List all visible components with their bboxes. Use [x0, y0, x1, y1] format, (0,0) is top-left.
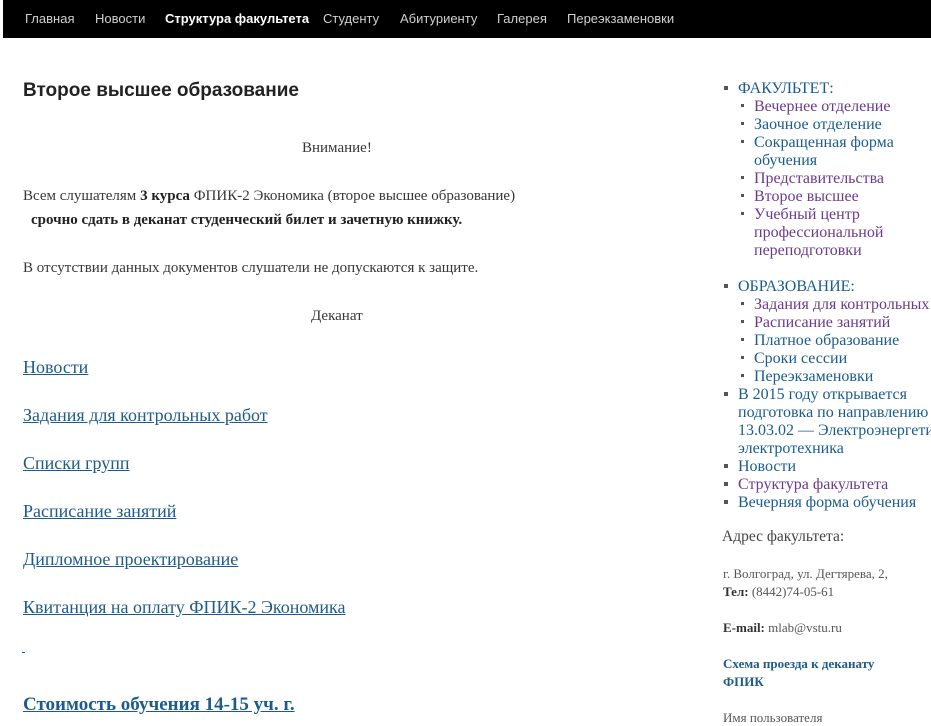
sidebar-item-short-form[interactable]: Сокращенная форма	[754, 134, 894, 152]
sidebar-item-training-center[interactable]: Учебный центр	[754, 206, 860, 224]
phone-line: Тел: (8442)74-05-61	[723, 584, 835, 599]
sidebar-item-paid-education[interactable]: Платное образование	[754, 332, 899, 350]
link-schedule[interactable]: Расписание занятий	[23, 501, 176, 522]
sidebar-news[interactable]: Новости	[738, 458, 796, 476]
bullet	[741, 320, 744, 323]
map-link-line-2[interactable]: ФПИК	[723, 674, 764, 690]
sidebar-faculty-structure[interactable]: Структура факультета	[738, 476, 888, 494]
bullet	[724, 284, 728, 288]
bullet	[741, 140, 744, 143]
link-control-tasks[interactable]: Задания для контрольных работ	[23, 405, 268, 426]
nav-faculty-structure[interactable]: Структура факультета	[165, 11, 309, 26]
link-group-lists[interactable]: Списки групп	[23, 453, 130, 474]
link-diploma[interactable]: Дипломное проектирование	[23, 549, 238, 570]
sidebar-item-training-center-2[interactable]: профессиональной	[754, 224, 883, 242]
announcement-line-3: В отсутствии данных документов слушатели…	[23, 260, 479, 276]
sidebar-news-2015-line-3[interactable]: 13.03.02 — Электроэнергетика и	[738, 422, 931, 440]
bullet	[741, 374, 744, 377]
address-text: г. Волгоград, ул. Дегтярева, 2,	[723, 566, 888, 581]
link-news[interactable]: Новости	[23, 357, 88, 378]
nav-applicant[interactable]: Абитуриенту	[400, 11, 477, 26]
bullet	[724, 86, 728, 90]
announcement-line-1: Всем слушателям 3 курса ФПИК-2 Экономика…	[23, 188, 516, 204]
bullet	[741, 176, 744, 179]
email-line: E-mail: mlab@vstu.ru	[723, 620, 842, 635]
sidebar-item-schedule[interactable]: Расписание занятий	[754, 314, 890, 332]
bullet	[741, 194, 744, 197]
sidebar-news-2015-line-2[interactable]: подготовка по направлению	[738, 404, 928, 422]
address-heading: Адрес факультета:	[722, 528, 845, 545]
sidebar-evening-form[interactable]: Вечерняя форма обучения	[738, 494, 916, 512]
sidebar-item-training-center-3[interactable]: переподготовки	[754, 242, 862, 260]
nav-news[interactable]: Новости	[95, 11, 145, 26]
sidebar-item-short-form-cont[interactable]: обучения	[754, 152, 817, 170]
main-navigation: Главная Новости Структура факультета Сту…	[3, 0, 931, 38]
nav-reexams[interactable]: Переэкзаменовки	[567, 11, 674, 26]
sidebar-item-control-tasks[interactable]: Задания для контрольных	[754, 296, 929, 314]
attention-text: Внимание!	[302, 140, 372, 156]
bullet	[741, 338, 744, 341]
sidebar-news-2015-line-4[interactable]: электротехника	[738, 440, 844, 458]
map-link-line-1[interactable]: Схема проезда к деканату	[723, 656, 874, 672]
announcement-line-2: срочно сдать в деканат студенческий биле…	[31, 212, 463, 228]
bullet	[741, 104, 744, 107]
small-link-mark[interactable]	[22, 652, 25, 653]
sidebar-faculty-header[interactable]: ФАКУЛЬТЕТ:	[738, 80, 834, 98]
nav-student[interactable]: Студенту	[323, 11, 379, 26]
bullet	[741, 122, 744, 125]
sidebar-item-session-dates[interactable]: Сроки сессии	[754, 350, 847, 368]
sidebar-item-reexams[interactable]: Переэкзаменовки	[754, 368, 873, 386]
bullet	[741, 356, 744, 359]
nav-home[interactable]: Главная	[25, 11, 74, 26]
sidebar-item-evening[interactable]: Вечернее отделение	[754, 98, 890, 116]
bullet	[724, 500, 728, 504]
signature-dean-office: Деканат	[311, 308, 363, 324]
bullet	[724, 392, 728, 396]
username-label: Имя пользователя	[723, 710, 823, 725]
bullet	[724, 464, 728, 468]
sidebar-item-representations[interactable]: Представительства	[754, 170, 884, 188]
bullet	[741, 302, 744, 305]
sidebar-news-2015-line-1[interactable]: В 2015 году открывается	[738, 386, 907, 404]
bullet	[741, 212, 744, 215]
nav-gallery[interactable]: Галерея	[497, 11, 547, 26]
sidebar-education-header[interactable]: ОБРАЗОВАНИЕ:	[738, 278, 855, 296]
sidebar-item-second-higher[interactable]: Второе высшее	[754, 188, 859, 206]
top-bar: Главная Новости Структура факультета Сту…	[0, 0, 931, 38]
sidebar-item-correspondence[interactable]: Заочное отделение	[754, 116, 882, 134]
bullet	[724, 482, 728, 486]
link-receipt[interactable]: Квитанция на оплату ФПИК-2 Экономика	[23, 597, 346, 618]
page-title: Второе высшее образование	[23, 80, 299, 101]
link-tuition-cost[interactable]: Стоимость обучения 14-15 уч. г.	[23, 694, 295, 716]
